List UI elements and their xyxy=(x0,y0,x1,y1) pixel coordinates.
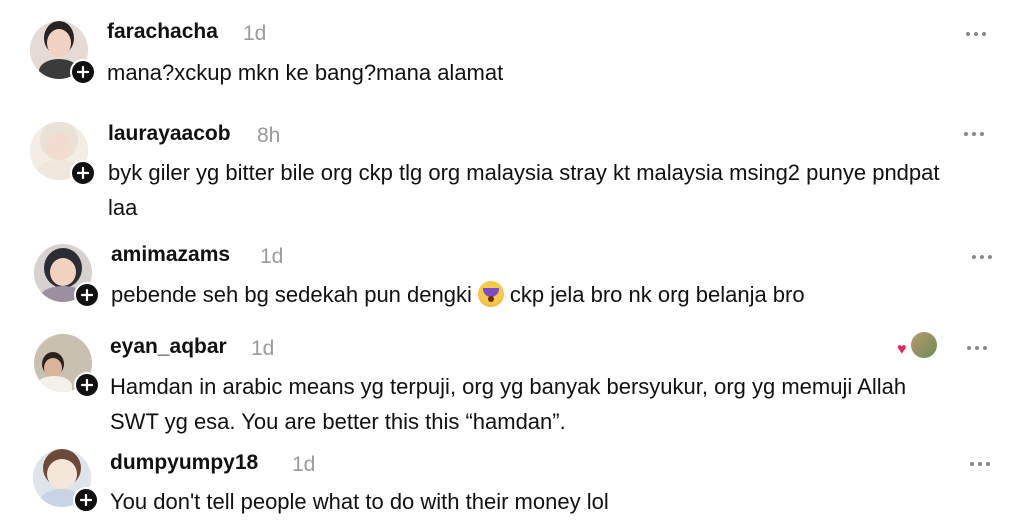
more-options-icon[interactable] xyxy=(964,130,988,138)
comment-text: pebende seh bg sedekah pun dengki ckp jel… xyxy=(111,277,971,312)
comment-time: 1d xyxy=(251,337,275,360)
comment-text: mana?xckup mkn ke bang?mana alamat xyxy=(107,60,504,85)
comment-username[interactable]: farachacha xyxy=(107,20,218,44)
creator-avatar xyxy=(911,332,937,358)
avatar[interactable] xyxy=(30,122,96,186)
avatar[interactable] xyxy=(34,334,100,398)
follow-plus-icon[interactable] xyxy=(73,487,99,513)
more-options-icon[interactable] xyxy=(970,460,994,468)
liked-by-creator-badge: ♥ xyxy=(897,332,937,362)
comment-text-part: ckp jela bro nk org belanja bro xyxy=(509,282,805,307)
follow-plus-icon[interactable] xyxy=(70,160,96,186)
comment-username[interactable]: eyan_aqbar xyxy=(110,335,227,359)
more-options-icon[interactable] xyxy=(967,344,991,352)
comment-text: Hamdan in arabic means yg terpuji, org y… xyxy=(110,374,907,434)
follow-plus-icon[interactable] xyxy=(70,59,96,85)
more-options-icon[interactable] xyxy=(972,253,996,261)
comment-username[interactable]: dumpyumpy18 xyxy=(110,451,258,475)
follow-plus-icon[interactable] xyxy=(74,372,100,398)
comment-time: 1d xyxy=(243,22,267,45)
comment-username[interactable]: amimazams xyxy=(111,243,230,267)
avatar[interactable] xyxy=(33,449,99,513)
comment-text: byk giler yg bitter bile org ckp tlg org… xyxy=(108,160,940,220)
comment-text: You don't tell people what to do with th… xyxy=(110,489,609,514)
comment-time: 8h xyxy=(257,124,281,147)
comment-time: 1d xyxy=(292,453,316,476)
more-options-icon[interactable] xyxy=(966,30,990,38)
heart-icon: ♥ xyxy=(897,341,907,358)
comment-username[interactable]: laurayaacob xyxy=(108,122,231,146)
avatar[interactable] xyxy=(30,21,96,85)
crying-face-emoji-icon xyxy=(477,281,504,307)
avatar[interactable] xyxy=(34,244,100,308)
follow-plus-icon[interactable] xyxy=(74,282,100,308)
comment-text-part: pebende seh bg sedekah pun dengki xyxy=(111,282,472,307)
comment-time: 1d xyxy=(260,245,284,268)
